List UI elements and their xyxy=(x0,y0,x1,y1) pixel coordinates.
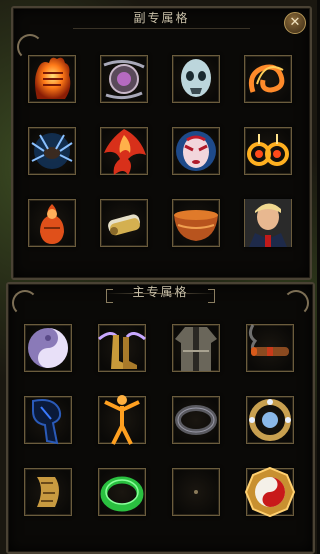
slot-flame-figure[interactable] xyxy=(28,199,76,247)
portrait-card-icon xyxy=(240,195,296,251)
slot-winged-boots[interactable] xyxy=(98,324,146,372)
winged-boots-icon xyxy=(94,320,150,376)
flame-swirl-icon xyxy=(240,51,296,107)
dark-robe-icon xyxy=(168,320,224,376)
scroll-bundle-icon xyxy=(96,195,152,251)
slot-fire-earrings[interactable] xyxy=(244,127,292,175)
slot-scroll-bundle[interactable] xyxy=(100,199,148,247)
panel-title: 副专属格 xyxy=(73,8,250,29)
fire-earrings-icon xyxy=(240,123,296,179)
slot-flame-swirl[interactable] xyxy=(244,55,292,103)
slot-golden-figure[interactable] xyxy=(98,395,146,445)
slot-taiji-bagua[interactable] xyxy=(244,466,296,518)
empty-slot-dot-icon xyxy=(168,464,224,520)
fire-fist-icon xyxy=(24,51,80,107)
slot-cigar[interactable] xyxy=(246,324,294,372)
dark-rune-icon xyxy=(20,392,76,448)
main-slot-grid xyxy=(24,324,296,518)
slot-jade-ring[interactable] xyxy=(98,468,146,516)
secondary-slot-grid xyxy=(28,55,292,247)
ice-spider-icon xyxy=(24,123,80,179)
chain-amulet-icon xyxy=(96,51,152,107)
black-bracelet-icon xyxy=(168,392,224,448)
ghost-mask-icon xyxy=(168,51,224,107)
slot-gold-bracer[interactable] xyxy=(24,468,72,516)
slot-dark-robe[interactable] xyxy=(172,324,220,372)
golden-figure-icon xyxy=(94,392,150,448)
bronze-bowl-icon xyxy=(168,195,224,251)
slot-dark-rune[interactable] xyxy=(24,396,72,445)
taiji-bagua-icon xyxy=(242,464,298,520)
slot-yinyang-orb[interactable] xyxy=(24,324,72,372)
fire-phoenix-icon xyxy=(96,123,152,179)
slot-black-bracelet[interactable] xyxy=(172,396,220,444)
slot-portrait-card[interactable] xyxy=(244,199,292,247)
slot-fire-fist[interactable] xyxy=(28,55,76,103)
slot-empty[interactable] xyxy=(172,468,220,516)
slot-chain-amulet[interactable] xyxy=(100,55,148,103)
panel-title: 主专属格 xyxy=(132,285,189,299)
slot-fire-phoenix[interactable] xyxy=(100,127,148,175)
close-button[interactable]: ✕ xyxy=(284,12,306,34)
slot-ghost-mask[interactable] xyxy=(172,55,220,103)
cigar-icon xyxy=(242,320,298,376)
corner-ornament xyxy=(12,290,38,316)
corner-ornament xyxy=(283,290,309,316)
jeweled-ring-icon xyxy=(242,392,298,448)
slot-opera-mask[interactable] xyxy=(172,127,220,175)
opera-mask-icon xyxy=(168,123,224,179)
yinyang-orb-icon xyxy=(20,320,76,376)
slot-bronze-bowl[interactable] xyxy=(172,199,220,247)
gold-bracer-icon xyxy=(20,464,76,520)
slot-jeweled-ring[interactable] xyxy=(246,396,294,444)
secondary-equipment-panel: 副专属格 ✕ xyxy=(11,6,312,280)
flame-figure-icon xyxy=(24,195,80,251)
jade-ring-icon xyxy=(94,464,150,520)
slot-ice-spider[interactable] xyxy=(28,127,76,175)
main-equipment-panel: 主专属格 xyxy=(6,282,315,554)
